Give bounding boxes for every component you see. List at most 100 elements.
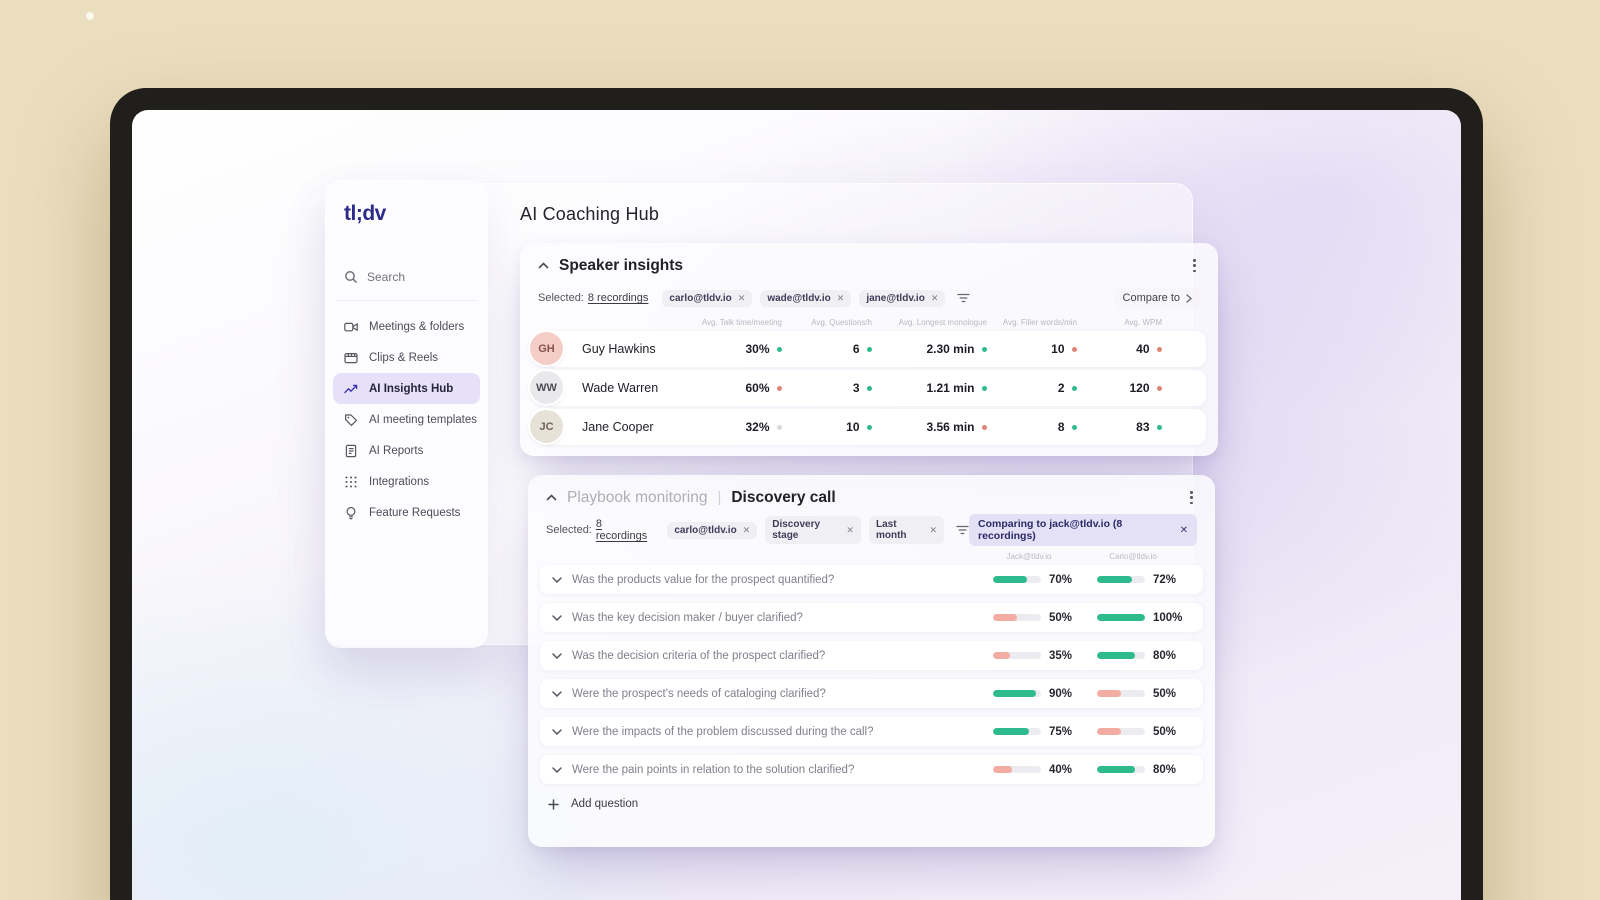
filter-chip-label: Discovery stage bbox=[772, 519, 821, 542]
chip-close-icon[interactable]: ✕ bbox=[738, 293, 746, 304]
playbook-question-row[interactable]: Was the products value for the prospect … bbox=[540, 565, 1203, 595]
sidebar-item-label: Clips & Reels bbox=[369, 351, 439, 364]
metric-value: 30% bbox=[745, 342, 770, 357]
speaker-column-header: Avg. Talk time/meeting bbox=[701, 318, 782, 328]
chevron-down-icon[interactable] bbox=[552, 729, 562, 735]
filter-icon[interactable] bbox=[956, 524, 969, 536]
playbook-question-row[interactable]: Were the pain points in relation to the … bbox=[540, 755, 1203, 785]
filter-chip[interactable]: jane@tldv.io ✕ bbox=[859, 289, 946, 307]
playbook-question-list: Was the products value for the prospect … bbox=[528, 565, 1215, 785]
filter-chip-label: jane@tldv.io bbox=[866, 292, 925, 304]
metric-cell: 60% bbox=[687, 381, 782, 395]
playbook-question-row[interactable]: Were the prospect's needs of cataloging … bbox=[540, 679, 1203, 709]
sidebar-item-ai-meeting-templates[interactable]: AI meeting templates bbox=[333, 404, 480, 435]
metric-cell: 6 bbox=[782, 342, 872, 356]
filter-chip[interactable]: Discovery stage ✕ bbox=[765, 516, 861, 545]
chip-close-icon[interactable]: ✕ bbox=[743, 525, 751, 536]
template-tag-icon bbox=[344, 413, 359, 427]
chevron-down-icon[interactable] bbox=[552, 577, 562, 583]
sidebar-item-integrations[interactable]: Integrations bbox=[333, 466, 480, 497]
sidebar-item-ai-reports[interactable]: AI Reports bbox=[333, 435, 480, 466]
playbook-question-row[interactable]: Were the impacts of the problem discusse… bbox=[540, 717, 1203, 747]
comparing-to-pill[interactable]: Comparing to jack@tldv.io (8 recordings)… bbox=[969, 514, 1198, 547]
chevron-down-icon[interactable] bbox=[552, 691, 562, 697]
metric-value: 6 bbox=[852, 342, 860, 357]
sidebar-item-meetings-folders[interactable]: Meetings & folders bbox=[333, 311, 480, 342]
score-group: 35% bbox=[993, 650, 1085, 662]
score-group: 80% bbox=[1097, 650, 1189, 662]
grid-dots-icon bbox=[344, 475, 359, 489]
filter-chip[interactable]: wade@tldv.io ✕ bbox=[760, 289, 852, 307]
progress-bar-fill bbox=[1097, 652, 1136, 660]
avatar: JC bbox=[530, 410, 563, 444]
filter-icon[interactable] bbox=[957, 292, 971, 304]
progress-bar-fill bbox=[1097, 728, 1121, 736]
metric-value: 8 bbox=[1057, 420, 1065, 435]
chip-close-icon[interactable]: ✕ bbox=[929, 525, 937, 536]
progress-bar-track bbox=[1097, 576, 1145, 584]
sidebar-item-ai-insights-hub[interactable]: AI Insights Hub bbox=[333, 373, 480, 404]
sidebar-item-clips-reels[interactable]: Clips & Reels bbox=[333, 342, 480, 373]
search-field[interactable]: Search bbox=[344, 270, 488, 284]
metric-value: 40 bbox=[1136, 342, 1150, 357]
score-percent: 35% bbox=[1049, 649, 1073, 662]
progress-bar-track bbox=[1097, 766, 1145, 774]
collapse-chevron-up-icon[interactable] bbox=[538, 262, 549, 269]
search-icon bbox=[345, 271, 358, 284]
progress-bar-fill bbox=[993, 690, 1037, 698]
metric-value: 1.21 min bbox=[926, 381, 975, 396]
playbook-title: Discovery call bbox=[731, 488, 836, 506]
playbook-question-row[interactable]: Was the key decision maker / buyer clari… bbox=[540, 603, 1203, 633]
sidebar-item-label: Feature Requests bbox=[369, 506, 461, 519]
speaker-row: JC Jane Cooper 32% 10 3.56 min 8 83 bbox=[530, 409, 1206, 446]
close-icon[interactable]: ✕ bbox=[1180, 525, 1188, 536]
laptop-frame: tl;dv Search Meetings & folders Clips & R… bbox=[110, 88, 1483, 900]
filter-chip[interactable]: carlo@tldv.io ✕ bbox=[662, 289, 753, 307]
filter-chip[interactable]: carlo@tldv.io ✕ bbox=[667, 521, 758, 539]
selected-recordings-link[interactable]: 8 recordings bbox=[596, 518, 653, 542]
score-percent: 75% bbox=[1049, 725, 1073, 738]
kebab-menu-icon[interactable] bbox=[1187, 256, 1202, 275]
selected-label: Selected: bbox=[538, 292, 584, 305]
score-percent: 80% bbox=[1153, 763, 1177, 776]
score-percent: 100% bbox=[1153, 611, 1183, 624]
playbook-question-row[interactable]: Was the decision criteria of the prospec… bbox=[540, 641, 1203, 671]
status-dot-bad bbox=[1156, 346, 1162, 353]
metric-value: 83 bbox=[1136, 420, 1150, 435]
kebab-menu-icon[interactable] bbox=[1184, 488, 1199, 507]
chevron-down-icon[interactable] bbox=[552, 615, 562, 621]
progress-bar-track bbox=[993, 652, 1041, 660]
score-percent: 70% bbox=[1049, 573, 1073, 586]
sidebar-menu: Meetings & folders Clips & Reels AI Insigh… bbox=[325, 311, 488, 528]
collapse-chevron-up-icon[interactable] bbox=[546, 494, 557, 501]
selected-recordings-link[interactable]: 8 recordings bbox=[588, 292, 649, 304]
filter-chip[interactable]: Last month ✕ bbox=[868, 516, 945, 545]
progress-bar-track bbox=[1097, 728, 1145, 736]
progress-bar-fill bbox=[993, 614, 1017, 622]
progress-bar-track bbox=[1097, 690, 1145, 698]
sidebar-item-label: AI Insights Hub bbox=[369, 382, 454, 395]
score-percent: 80% bbox=[1153, 649, 1177, 662]
metric-cell: 10 bbox=[782, 420, 872, 434]
chip-close-icon[interactable]: ✕ bbox=[931, 293, 939, 304]
chip-close-icon[interactable]: ✕ bbox=[846, 525, 854, 536]
score-group: 40% bbox=[993, 764, 1085, 776]
trend-chart-icon bbox=[344, 382, 359, 396]
sidebar-item-label: AI meeting templates bbox=[369, 413, 478, 426]
sidebar-item-feature-requests[interactable]: Feature Requests bbox=[333, 497, 480, 528]
progress-bar-fill bbox=[993, 652, 1010, 660]
selected-label: Selected: bbox=[546, 524, 592, 537]
title-separator: | bbox=[717, 489, 722, 507]
speaker-name: Jane Cooper bbox=[582, 420, 654, 435]
compare-to-button[interactable]: Compare to bbox=[1114, 288, 1200, 309]
playbook-title-muted: Playbook monitoring bbox=[567, 488, 708, 506]
chevron-down-icon[interactable] bbox=[552, 653, 562, 659]
add-question-button[interactable]: Add question bbox=[548, 798, 1203, 810]
chevron-down-icon[interactable] bbox=[552, 767, 562, 773]
score-group: 50% bbox=[993, 612, 1085, 624]
chevron-right-icon bbox=[1186, 294, 1192, 303]
chip-close-icon[interactable]: ✕ bbox=[837, 293, 845, 304]
report-doc-icon bbox=[344, 444, 359, 458]
metric-cell: 120 bbox=[1077, 381, 1162, 395]
filter-chip-label: carlo@tldv.io bbox=[669, 292, 732, 304]
